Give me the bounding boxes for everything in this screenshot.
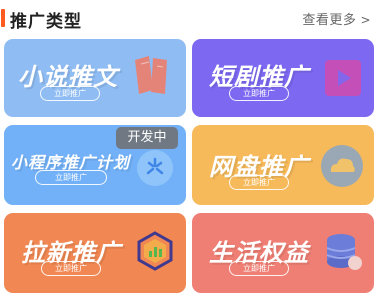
section-header: 推广类型 查看更多 >	[0, 0, 379, 36]
book-icon	[135, 56, 167, 94]
promote-now-button[interactable]: 立即推广	[229, 175, 289, 190]
title-accent-bar	[1, 9, 5, 27]
promo-card-life-benefits[interactable]: 生活权益 立即推广	[192, 213, 374, 293]
view-more-link[interactable]: 查看更多 >	[302, 9, 371, 28]
promote-now-button[interactable]: 立即推广	[229, 86, 289, 101]
status-badge: 开发中	[116, 127, 178, 149]
promo-card-new-user[interactable]: 拉新推广 立即推广	[4, 213, 186, 293]
view-more-label: 查看更多	[302, 13, 357, 28]
hexagon-icon	[137, 231, 173, 271]
promo-card-netdisk[interactable]: 网盘推广 立即推广	[192, 125, 374, 205]
promo-card-novel[interactable]: 小说推文 立即推广	[4, 39, 186, 117]
coins-icon	[326, 234, 362, 270]
miniprogram-icon	[137, 150, 173, 186]
cloud-icon	[321, 145, 363, 187]
promote-now-button[interactable]: 立即推广	[41, 261, 101, 276]
section-title: 推广类型	[10, 12, 82, 32]
play-icon	[325, 60, 361, 96]
promote-now-button[interactable]: 立即推广	[229, 261, 289, 276]
chevron-right-icon: >	[360, 13, 371, 27]
promo-card-miniprogram[interactable]: 小程序推广计划 立即推广 开发中	[4, 125, 186, 205]
promote-now-button[interactable]: 立即推广	[40, 86, 100, 101]
promote-now-button[interactable]: 立即推广	[35, 170, 107, 185]
promo-card-short-drama[interactable]: 短剧推广 立即推广	[192, 39, 374, 117]
